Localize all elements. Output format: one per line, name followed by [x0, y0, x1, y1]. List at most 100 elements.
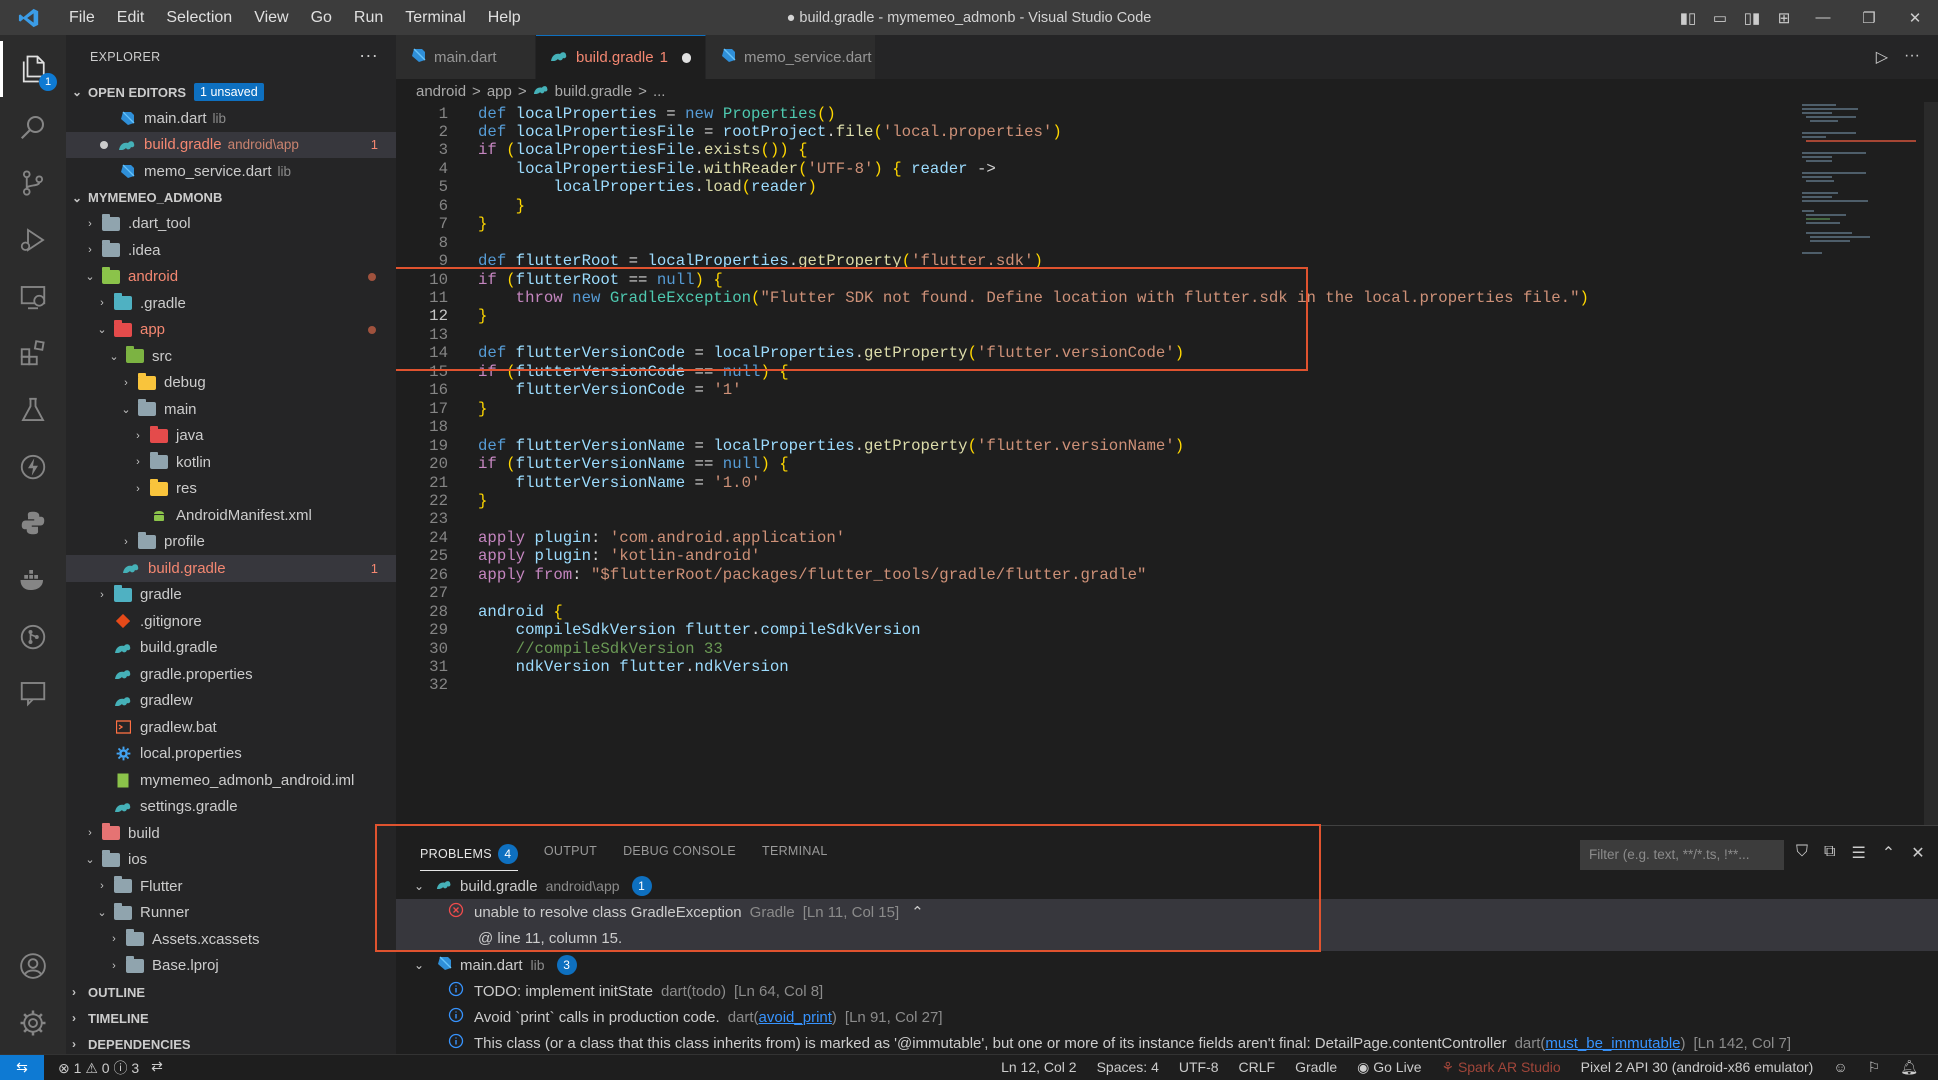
sync-icon[interactable]: ⇄	[151, 1058, 163, 1078]
tree-item-gitignore[interactable]: .gitignore	[66, 608, 396, 635]
go-live-button[interactable]: ◉ Go Live	[1357, 1059, 1421, 1076]
tree-item-iml[interactable]: mymemeo_admonb_android.iml	[66, 767, 396, 794]
accounts-activity[interactable]	[0, 938, 66, 994]
tree-item-gradle-properties[interactable]: gradle.properties	[66, 661, 396, 688]
tree-item-build[interactable]: › build	[66, 820, 396, 847]
toggle-secondary-sidebar-icon[interactable]: ▯▮	[1736, 9, 1768, 27]
tree-item-gradle[interactable]: › gradle	[66, 582, 396, 609]
breadcrumb-file[interactable]: build.gradle	[555, 83, 633, 100]
tab-output[interactable]: OUTPUT	[544, 844, 597, 871]
tree-item-flutter[interactable]: › Flutter	[66, 873, 396, 900]
project-section[interactable]: ⌄ MYMEMEO_ADMONB	[66, 185, 396, 211]
collapse-all-icon[interactable]: ⧉	[1824, 843, 1835, 863]
view-as-tree-icon[interactable]: ☰	[1851, 843, 1865, 863]
chevron-up-icon[interactable]: ⌃	[911, 903, 924, 921]
python-activity[interactable]	[0, 495, 66, 551]
tree-item-dart-tool[interactable]: › .dart_tool	[66, 211, 396, 238]
tree-item-profile[interactable]: › profile	[66, 529, 396, 556]
open-editor-item[interactable]: build.gradle android\app 1	[66, 131, 396, 158]
indentation[interactable]: Spaces: 4	[1097, 1059, 1159, 1076]
tab-memo-service[interactable]: memo_service.dart	[706, 35, 876, 79]
open-editor-item[interactable]: main.dart lib	[66, 105, 396, 132]
customize-layout-icon[interactable]: ⊞	[1768, 9, 1800, 27]
editor-scrollbar[interactable]	[1924, 102, 1938, 825]
dependencies-section[interactable]: › DEPENDENCIES	[66, 1031, 396, 1054]
minimap[interactable]	[1800, 102, 1920, 262]
minimize-icon[interactable]: —	[1800, 9, 1846, 26]
tree-item-gradle-dir[interactable]: › .gradle	[66, 290, 396, 317]
remote-indicator-icon[interactable]: ⇆	[0, 1054, 44, 1080]
code-line[interactable]: 32	[396, 674, 1796, 697]
tab-debug-console[interactable]: DEBUG CONSOLE	[623, 844, 736, 871]
problem-item[interactable]: unable to resolve class GradleException …	[396, 899, 1938, 925]
problems-status[interactable]: ⊗ 1 ⚠ 0 ⓘ 3	[58, 1058, 139, 1078]
remote-explorer-activity[interactable]	[0, 269, 66, 325]
filter-icon[interactable]: ⛉	[1796, 843, 1808, 863]
run-debug-activity[interactable]	[0, 212, 66, 268]
menu-selection[interactable]: Selection	[155, 0, 243, 35]
toggle-sidebar-icon[interactable]: ▮▯	[1672, 9, 1704, 27]
tab-terminal[interactable]: TERMINAL	[762, 844, 828, 871]
comments-activity[interactable]	[0, 665, 66, 721]
tab-main-dart[interactable]: main.dart	[396, 35, 536, 79]
breadcrumb-android[interactable]: android	[416, 83, 466, 100]
manage-activity[interactable]	[0, 995, 66, 1051]
menu-run[interactable]: Run	[343, 0, 394, 35]
problem-detail[interactable]: @ line 11, column 15.	[396, 925, 1938, 951]
close-window-icon[interactable]: ✕	[1892, 9, 1938, 27]
flash-activity[interactable]	[0, 439, 66, 495]
outline-section[interactable]: › OUTLINE	[66, 979, 396, 1005]
explorer-activity[interactable]: 1	[0, 41, 66, 97]
menu-view[interactable]: View	[243, 0, 299, 35]
tree-item-debug[interactable]: › debug	[66, 370, 396, 397]
tree-item-android[interactable]: ⌄ android	[66, 264, 396, 291]
menu-terminal[interactable]: Terminal	[394, 0, 476, 35]
more-actions-icon[interactable]: ···	[359, 45, 378, 66]
close-panel-icon[interactable]: ✕	[1911, 843, 1924, 863]
problem-group-main-dart[interactable]: ⌄ main.dart lib 3	[396, 952, 1938, 978]
tree-item-base-lproj[interactable]: › Base.lproj	[66, 953, 396, 980]
tree-item-manifest[interactable]: AndroidManifest.xml	[66, 502, 396, 529]
breadcrumb-symbol[interactable]: ...	[653, 83, 666, 100]
cursor-position[interactable]: Ln 12, Col 2	[1001, 1059, 1077, 1076]
search-activity[interactable]	[0, 99, 66, 155]
open-editors-section[interactable]: ⌄ OPEN EDITORS 1 unsaved	[66, 79, 396, 105]
problems-filter-input[interactable]: Filter (e.g. text, **/*.ts, !**...	[1580, 840, 1784, 870]
device-selector[interactable]: Pixel 2 API 30 (android-x86 emulator)	[1581, 1059, 1814, 1076]
tree-item-assets[interactable]: › Assets.xcassets	[66, 926, 396, 953]
tree-item-res[interactable]: › res	[66, 476, 396, 503]
tree-item-app[interactable]: ⌄ app	[66, 317, 396, 344]
tree-item-local-properties[interactable]: local.properties	[66, 741, 396, 768]
run-icon[interactable]: ▷	[1876, 47, 1888, 67]
problem-group-build-gradle[interactable]: ⌄ build.gradle android\app 1	[396, 873, 1938, 899]
tree-item-runner[interactable]: ⌄ Runner	[66, 900, 396, 927]
extensions-activity[interactable]	[0, 325, 66, 381]
tree-item-main[interactable]: ⌄ main	[66, 396, 396, 423]
accounts-icon[interactable]: ☺	[1833, 1059, 1847, 1076]
gitlens-activity[interactable]	[0, 609, 66, 665]
notifications-icon[interactable]: 🔔︎	[1900, 1059, 1918, 1076]
breadcrumb-app[interactable]: app	[487, 83, 512, 100]
tree-item-src[interactable]: ⌄ src	[66, 343, 396, 370]
tree-item-idea[interactable]: › .idea	[66, 237, 396, 264]
unsaved-dot-icon[interactable]	[681, 52, 691, 63]
code-editor[interactable]: 1 def localProperties = new Properties() 2…	[396, 102, 1938, 825]
tree-item-app-build-gradle[interactable]: build.gradle 1	[66, 555, 396, 582]
open-editor-item[interactable]: memo_service.dart lib	[66, 158, 396, 185]
tab-build-gradle[interactable]: build.gradle 1	[536, 35, 706, 79]
tree-item-java[interactable]: › java	[66, 423, 396, 450]
tree-item-gradlew-bat[interactable]: gradlew.bat	[66, 714, 396, 741]
tree-item-ios[interactable]: ⌄ ios	[66, 847, 396, 874]
encoding[interactable]: UTF-8	[1179, 1059, 1219, 1076]
menu-go[interactable]: Go	[300, 0, 343, 35]
problem-item[interactable]: Avoid `print` calls in production code. …	[396, 1004, 1938, 1030]
feedback-icon[interactable]: ⚐	[1868, 1059, 1881, 1076]
tree-item-build-gradle[interactable]: build.gradle	[66, 635, 396, 662]
rule-link[interactable]: must_be_immutable	[1545, 1035, 1680, 1052]
rule-link[interactable]: avoid_print	[759, 1009, 832, 1026]
tree-item-kotlin[interactable]: › kotlin	[66, 449, 396, 476]
source-control-activity[interactable]	[0, 155, 66, 211]
maximize-panel-icon[interactable]: ⌃	[1882, 843, 1895, 863]
problem-item[interactable]: This class (or a class that this class i…	[396, 1030, 1938, 1056]
tree-item-gradlew[interactable]: gradlew	[66, 688, 396, 715]
